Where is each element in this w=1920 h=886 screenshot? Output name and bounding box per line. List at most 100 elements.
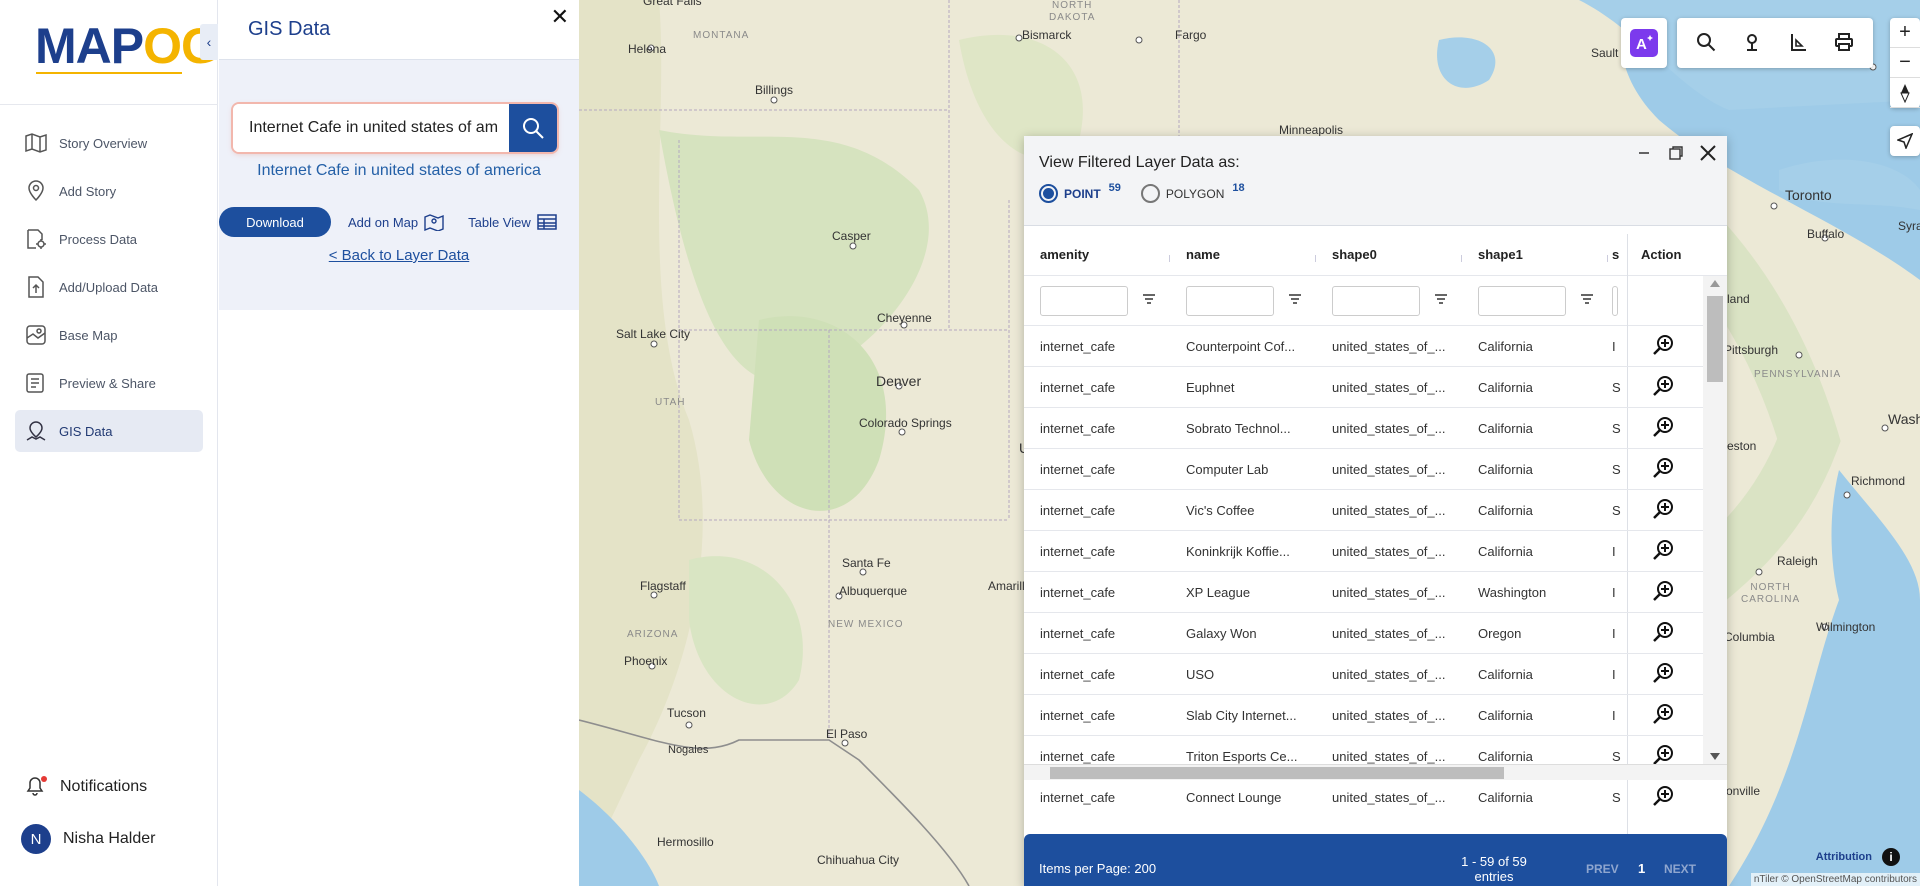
table-view-button[interactable]: Table View — [468, 214, 557, 230]
avatar: N — [21, 824, 51, 854]
entries-range: 1 - 59 of 59 entries — [1461, 854, 1527, 884]
measure-icon[interactable] — [1788, 32, 1808, 55]
action-cell — [1628, 374, 1713, 401]
sidebar-item-base-map[interactable]: Base Map — [15, 314, 203, 356]
sidebar-item-add-upload-data[interactable]: Add/Upload Data — [15, 266, 203, 308]
table-row[interactable]: internet_cafe Sobrato Technol... united_st… — [1024, 408, 1727, 449]
table-row[interactable]: internet_cafe Computer Lab united_states_o… — [1024, 449, 1727, 490]
zoom-to-feature-icon[interactable] — [1652, 333, 1676, 360]
items-per-page[interactable]: Items per Page: 200 — [1039, 861, 1156, 876]
zoom-to-feature-icon[interactable] — [1652, 661, 1676, 688]
filter-input-shape0[interactable] — [1332, 285, 1420, 316]
notifications-button[interactable]: Notifications — [26, 776, 147, 798]
scroll-down-arrow[interactable] — [1710, 753, 1720, 760]
table-row[interactable]: internet_cafe Euphnet united_states_of_...… — [1024, 367, 1727, 408]
zoom-in-button[interactable]: + — [1890, 18, 1920, 48]
table-row[interactable]: internet_cafe XP League united_states_of_.… — [1024, 572, 1727, 613]
scroll-up-arrow[interactable] — [1710, 280, 1720, 287]
sidebar-item-add-story[interactable]: Add Story — [15, 170, 203, 212]
location-marker-icon[interactable] — [1742, 32, 1762, 55]
filter-input-truncated[interactable] — [1612, 285, 1618, 316]
column-header-amenity[interactable]: amenity — [1024, 247, 1170, 262]
vertical-scrollbar[interactable] — [1703, 276, 1727, 764]
gis-data-icon — [23, 419, 49, 443]
column-header-truncated[interactable]: s — [1608, 247, 1628, 262]
add-on-map-label: Add on Map — [348, 214, 419, 230]
print-icon[interactable] — [1834, 32, 1854, 55]
collapse-sidebar-button[interactable]: ‹ — [200, 24, 218, 60]
table-row[interactable]: internet_cafe Counterpoint Cof... united_s… — [1024, 326, 1727, 367]
next-page-button[interactable]: NEXT — [1664, 862, 1696, 876]
prev-page-button[interactable]: PREV — [1586, 862, 1619, 876]
zoom-to-feature-icon[interactable] — [1652, 374, 1676, 401]
download-button[interactable]: Download — [219, 207, 331, 237]
svg-text:A: A — [1636, 36, 1647, 53]
zoom-to-feature-icon[interactable] — [1652, 538, 1676, 565]
zoom-to-feature-icon[interactable] — [1652, 497, 1676, 524]
filter-icon[interactable] — [1288, 293, 1302, 308]
polygon-radio[interactable] — [1140, 184, 1160, 203]
sidebar-item-label: GIS Data — [59, 423, 113, 439]
table-row[interactable]: internet_cafe Galaxy Won united_states_of_… — [1024, 613, 1727, 654]
cell-truncated: I — [1612, 584, 1616, 600]
table-row[interactable]: internet_cafe Koninkrijk Koffie... united_… — [1024, 531, 1727, 572]
table-row[interactable]: internet_cafe USO united_states_of_... Cali… — [1024, 654, 1727, 695]
zoom-to-feature-icon[interactable] — [1652, 415, 1676, 442]
filter-icon[interactable] — [1580, 293, 1594, 308]
minimize-icon[interactable] — [1633, 142, 1655, 164]
filter-icon[interactable] — [1142, 293, 1156, 308]
map-label: Pittsburgh — [1724, 343, 1779, 357]
close-panel-button[interactable]: ✕ — [551, 6, 569, 28]
sidebar-item-label: Add Story — [59, 183, 117, 199]
cell-amenity: internet_cafe — [1040, 420, 1116, 436]
sidebar-nav: Story Overview Add Story Process Data Ad… — [15, 122, 203, 458]
sidebar-item-story-overview[interactable]: Story Overview — [15, 122, 203, 164]
compass-button[interactable] — [1890, 78, 1920, 108]
maximize-icon[interactable] — [1665, 142, 1687, 164]
filter-input-shape1[interactable] — [1478, 285, 1566, 316]
search-icon[interactable] — [1696, 32, 1716, 55]
cell-shape0: united_states_of_... — [1332, 543, 1446, 559]
scroll-thumb[interactable] — [1050, 767, 1504, 779]
mapog-logo[interactable]: MAP OG — [35, 18, 220, 74]
scroll-thumb[interactable] — [1707, 296, 1723, 382]
ai-assistant-button[interactable]: A — [1621, 18, 1667, 68]
cell-truncated: S — [1612, 420, 1621, 436]
table-row[interactable]: internet_cafe Connect Lounge united_states… — [1024, 777, 1727, 814]
filter-input-name[interactable] — [1186, 285, 1274, 316]
column-header-shape0[interactable]: shape0 — [1316, 247, 1462, 262]
zoom-to-feature-icon[interactable] — [1652, 784, 1676, 811]
column-header-shape1[interactable]: shape1 — [1462, 247, 1608, 262]
map-label: Richmond — [1851, 474, 1906, 488]
zoom-to-feature-icon[interactable] — [1652, 456, 1676, 483]
sidebar-item-process-data[interactable]: Process Data — [15, 218, 203, 260]
zoom-to-feature-icon[interactable] — [1652, 579, 1676, 606]
column-header-name[interactable]: name — [1170, 247, 1316, 262]
search-input[interactable] — [233, 104, 509, 152]
cell-shape0: united_states_of_... — [1332, 584, 1446, 600]
filter-icon[interactable] — [1434, 293, 1448, 308]
zoom-out-button[interactable]: − — [1890, 48, 1920, 78]
current-page[interactable]: 1 — [1638, 861, 1645, 876]
close-icon[interactable] — [1697, 142, 1719, 164]
sidebar: MAP OG ‹ Story Overview Add Story Process… — [0, 0, 220, 886]
user-profile[interactable]: N Nisha Halder — [21, 824, 155, 854]
table-row[interactable]: internet_cafe Slab City Internet... united… — [1024, 695, 1727, 736]
point-count: 59 — [1108, 181, 1121, 194]
add-on-map-button[interactable]: Add on Map — [348, 213, 444, 231]
map-label: Fargo — [1175, 28, 1207, 42]
filter-input-amenity[interactable] — [1040, 285, 1128, 316]
attribution-control[interactable]: Attribution i — [1816, 848, 1900, 866]
zoom-to-feature-icon[interactable] — [1652, 702, 1676, 729]
sidebar-item-preview-share[interactable]: Preview & Share — [15, 362, 203, 404]
horizontal-scrollbar[interactable] — [1024, 764, 1727, 780]
zoom-to-feature-icon[interactable] — [1652, 620, 1676, 647]
back-to-layer-data-link[interactable]: < Back to Layer Data — [219, 247, 579, 264]
map-label: Albuquerque — [839, 584, 908, 598]
locate-button[interactable] — [1890, 126, 1920, 156]
point-radio[interactable] — [1039, 184, 1058, 203]
table-row[interactable]: internet_cafe Vic's Coffee united_states_o… — [1024, 490, 1727, 531]
sidebar-item-gis-data[interactable]: GIS Data — [15, 410, 203, 452]
compass-icon — [1900, 83, 1910, 103]
search-button[interactable] — [509, 104, 557, 152]
